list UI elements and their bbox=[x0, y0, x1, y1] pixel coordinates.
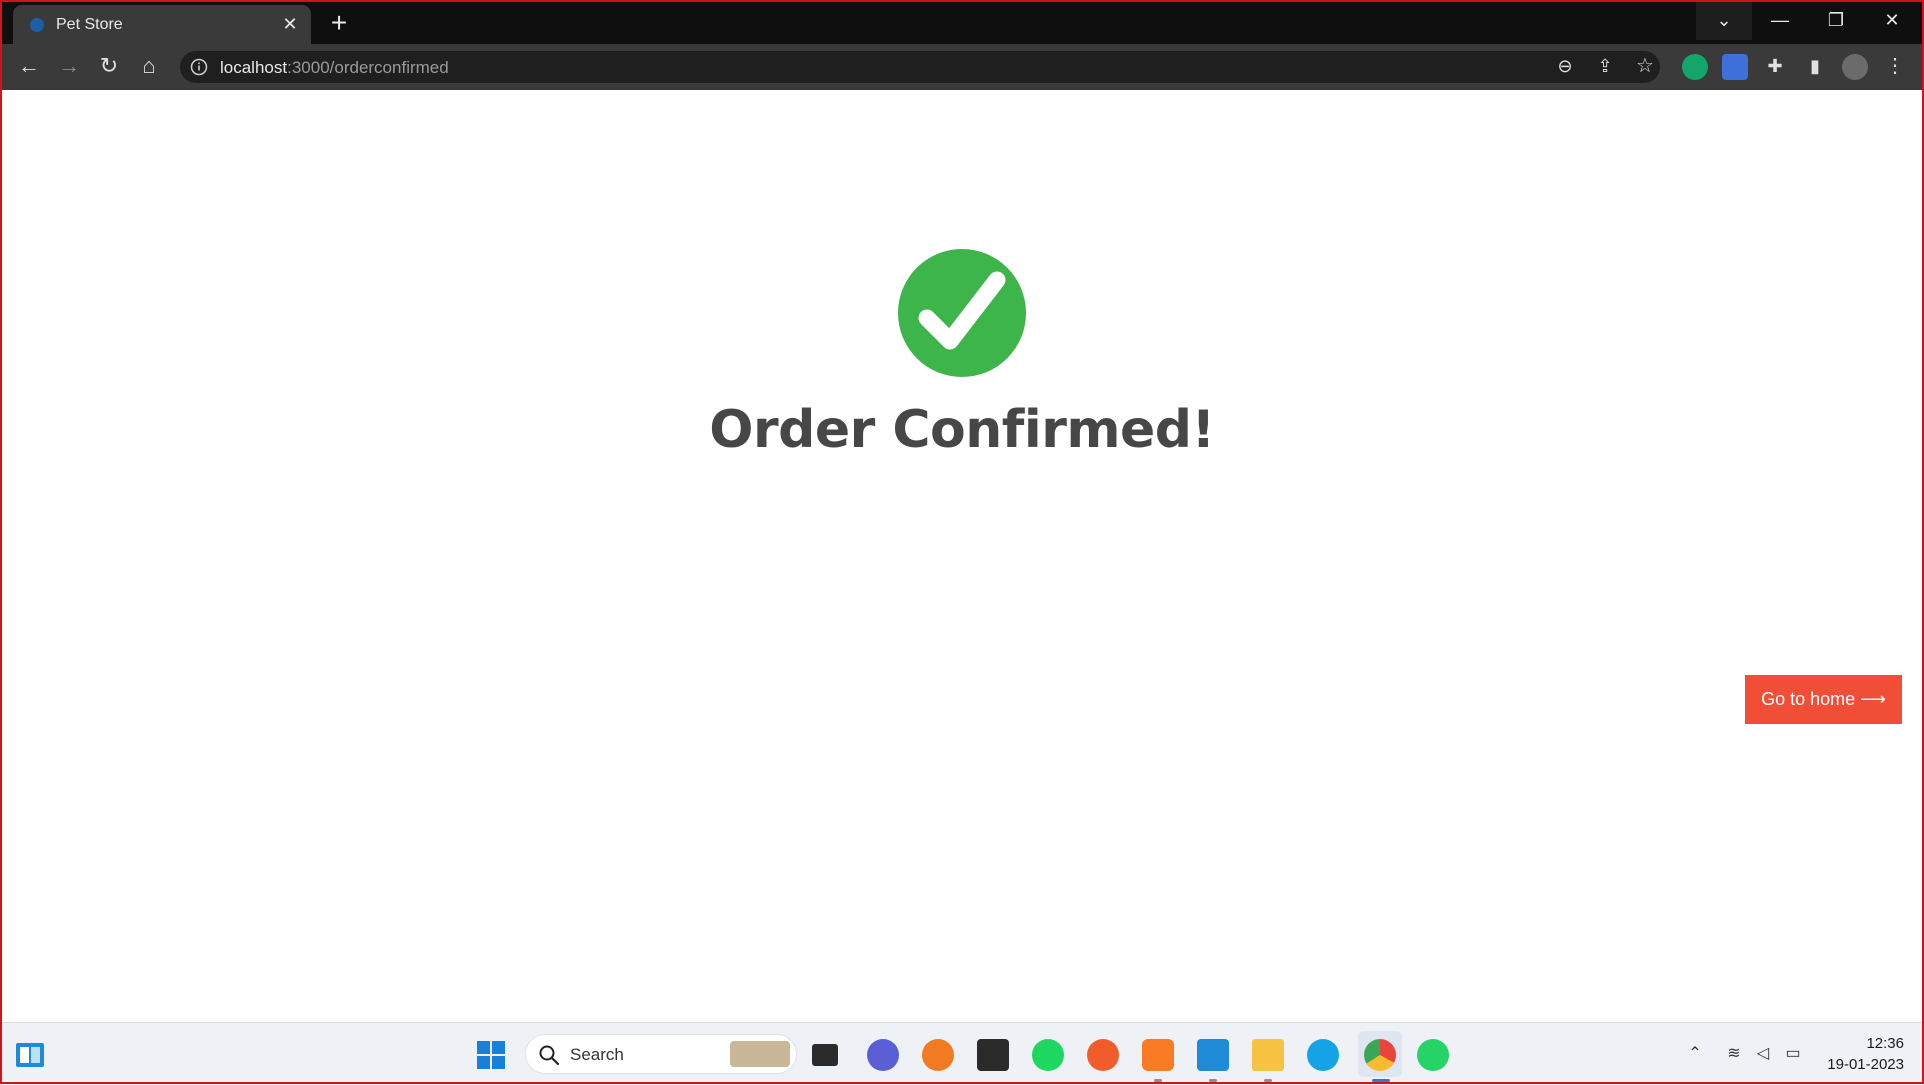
explorer-running-indicator bbox=[1264, 1079, 1272, 1082]
windows-taskbar: Search ⌃ ≋ ◁ ▭ 12:36 19-01-2023 bbox=[0, 1022, 1924, 1085]
browser-menu-icon[interactable]: ⋮ bbox=[1878, 49, 1912, 83]
grammarly-extension-icon[interactable] bbox=[1682, 54, 1708, 80]
go-to-home-button[interactable]: Go to home ⟶ bbox=[1745, 675, 1902, 724]
file-explorer-icon[interactable] bbox=[1252, 1039, 1284, 1071]
new-tab-button[interactable]: + bbox=[324, 9, 354, 39]
translate-extension-icon[interactable] bbox=[1722, 54, 1748, 80]
window-border bbox=[0, 0, 1924, 1084]
xampp-running-indicator bbox=[1154, 1079, 1162, 1082]
system-clock[interactable]: 12:36 19-01-2023 bbox=[1827, 1033, 1904, 1075]
spotify-icon[interactable] bbox=[1032, 1039, 1064, 1071]
volume-icon[interactable]: ◁ bbox=[1752, 1043, 1774, 1065]
vscode-running-indicator bbox=[1209, 1079, 1217, 1082]
site-info-icon[interactable] bbox=[190, 58, 208, 76]
page-title: Order Confirmed! bbox=[709, 400, 1215, 460]
share-icon[interactable]: ⇪ bbox=[1588, 49, 1622, 83]
home-icon[interactable]: ⌂ bbox=[132, 49, 166, 83]
tab-pet-store[interactable]: Pet Store ✕ bbox=[13, 5, 311, 44]
clock-date: 19-01-2023 bbox=[1827, 1056, 1904, 1073]
tab-favicon-icon bbox=[30, 18, 44, 32]
chrome-icon[interactable] bbox=[1364, 1039, 1396, 1071]
url-host: localhost bbox=[220, 58, 288, 77]
tab-title: Pet Store bbox=[56, 16, 123, 33]
start-windows-icon[interactable] bbox=[475, 1039, 507, 1071]
forward-arrow-icon[interactable]: → bbox=[52, 49, 86, 83]
search-placeholder: Search bbox=[570, 1045, 624, 1064]
tab-search-chevron-icon[interactable]: ⌄ bbox=[1696, 0, 1752, 40]
url-text[interactable]: localhost:3000/orderconfirmed bbox=[220, 58, 449, 78]
terminal-icon[interactable] bbox=[977, 1039, 1009, 1071]
wifi-icon[interactable]: ≋ bbox=[1723, 1043, 1745, 1065]
zoom-icon[interactable]: ⊖ bbox=[1548, 49, 1582, 83]
battery-icon[interactable]: ▭ bbox=[1782, 1043, 1804, 1065]
skype-icon[interactable] bbox=[1307, 1039, 1339, 1071]
restore-button[interactable]: ❐ bbox=[1808, 0, 1864, 40]
profile-avatar[interactable] bbox=[1842, 54, 1868, 80]
xampp-icon[interactable] bbox=[1142, 1039, 1174, 1071]
task-view-icon[interactable] bbox=[812, 1044, 838, 1066]
reload-icon[interactable]: ↻ bbox=[92, 49, 126, 83]
search-highlight-image bbox=[730, 1041, 790, 1067]
tray-overflow-chevron-icon[interactable]: ⌃ bbox=[1684, 1043, 1706, 1065]
confirmed-check-icon bbox=[898, 249, 1026, 377]
search-icon bbox=[539, 1045, 560, 1066]
teams-chat-icon[interactable] bbox=[867, 1039, 899, 1071]
whatsapp-icon[interactable] bbox=[1417, 1039, 1449, 1071]
extensions-puzzle-icon[interactable]: ✚ bbox=[1758, 49, 1792, 83]
clock-time: 12:36 bbox=[1866, 1035, 1904, 1052]
taskbar-search[interactable]: Search bbox=[525, 1034, 797, 1074]
firefox-icon[interactable] bbox=[922, 1039, 954, 1071]
tab-strip: Pet Store ✕ + ⌄ — ❐ ✕ bbox=[0, 0, 1924, 44]
postman-icon[interactable] bbox=[1087, 1039, 1119, 1071]
url-path: :3000/orderconfirmed bbox=[287, 58, 449, 77]
address-bar[interactable]: localhost:3000/orderconfirmed bbox=[180, 51, 1660, 83]
side-panel-icon[interactable]: ▮ bbox=[1798, 49, 1832, 83]
chrome-running-indicator bbox=[1372, 1079, 1390, 1082]
browser-toolbar: ← → ↻ ⌂ localhost:3000/orderconfirmed ⊖ … bbox=[0, 44, 1924, 90]
close-window-button[interactable]: ✕ bbox=[1864, 0, 1920, 40]
vscode-icon[interactable] bbox=[1197, 1039, 1229, 1071]
widgets-icon[interactable] bbox=[14, 1039, 46, 1071]
back-arrow-icon[interactable]: ← bbox=[12, 49, 46, 83]
bookmark-star-icon[interactable]: ☆ bbox=[1628, 49, 1662, 83]
close-tab-icon[interactable]: ✕ bbox=[279, 13, 301, 35]
minimize-button[interactable]: — bbox=[1752, 0, 1808, 40]
